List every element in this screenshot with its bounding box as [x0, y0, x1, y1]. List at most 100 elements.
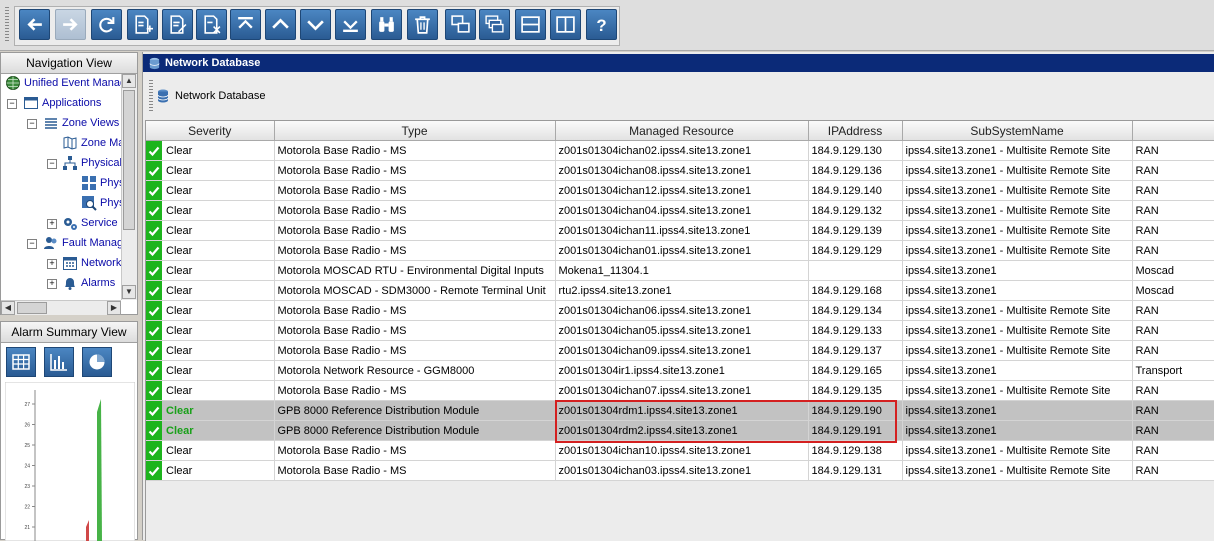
scroll-up-arrow-icon[interactable]: ▲: [122, 74, 136, 88]
tree-expander-icon[interactable]: −: [47, 159, 57, 169]
managed-resource-cell: z001s01304ichan12.ipss4.site13.zone1: [555, 180, 809, 201]
table-row[interactable]: Clear Motorola Base Radio - MS z001s01304i…: [146, 320, 1214, 341]
column-header-severity[interactable]: Severity: [146, 121, 275, 141]
tree-expander-icon[interactable]: −: [7, 99, 17, 109]
scroll-down-arrow-icon[interactable]: ▼: [122, 285, 136, 299]
tree-expander-icon[interactable]: +: [47, 279, 57, 289]
table-row[interactable]: Clear GPB 8000 Reference Distribution Mod…: [146, 400, 1214, 421]
forward-button[interactable]: [55, 9, 86, 40]
column-header-ipaddress[interactable]: IPAddress: [808, 121, 903, 141]
category-cell: Transport: [1132, 360, 1214, 381]
table-row[interactable]: Clear Motorola Base Radio - MS z001s01304i…: [146, 220, 1214, 241]
toolbar: ?: [0, 0, 1214, 51]
subsystem-cell: ipss4.site13.zone1: [902, 280, 1133, 301]
find-button[interactable]: [371, 9, 402, 40]
ipaddress-cell: 184.9.129.138: [808, 440, 903, 461]
ipaddress-cell: 184.9.129.137: [808, 340, 903, 361]
edit-record-button[interactable]: [162, 9, 193, 40]
split-horizontal-button[interactable]: [515, 9, 546, 40]
refresh-button[interactable]: [91, 9, 122, 40]
nav-tree-item[interactable]: Zone Ma: [62, 134, 121, 152]
check-icon: [146, 361, 162, 380]
table-row[interactable]: Clear Motorola Base Radio - MS z001s01304i…: [146, 180, 1214, 201]
severity-cell: Clear: [146, 400, 275, 421]
severity-cell: Clear: [146, 140, 275, 161]
toolbar-grip[interactable]: [5, 7, 9, 43]
check-icon: [146, 241, 162, 260]
trash-button[interactable]: [407, 9, 438, 40]
category-cell: RAN: [1132, 240, 1214, 261]
nav-tree-item[interactable]: Applications: [23, 94, 101, 112]
column-header-managed-resource[interactable]: Managed Resource: [555, 121, 809, 141]
nav-tree-item[interactable]: Zone Views: [43, 114, 119, 132]
severity-cell: Clear: [146, 340, 275, 361]
delete-record-button[interactable]: [196, 9, 227, 40]
move-bottom-button[interactable]: [335, 9, 366, 40]
help-button[interactable]: ?: [586, 9, 617, 40]
table-row[interactable]: Clear Motorola Base Radio - MS z001s01304i…: [146, 200, 1214, 221]
scroll-right-arrow-icon[interactable]: ▶: [107, 301, 121, 315]
column-header-type[interactable]: Type: [274, 121, 556, 141]
bar-chart-view-button[interactable]: [44, 347, 74, 377]
table-row[interactable]: Clear Motorola Network Resource - GGM8000…: [146, 360, 1214, 381]
table-row[interactable]: Clear Motorola Base Radio - MS z001s01304i…: [146, 300, 1214, 321]
subbar-grip[interactable]: [149, 80, 153, 112]
severity-cell: Clear: [146, 240, 275, 261]
tree-expander-icon[interactable]: +: [47, 259, 57, 269]
move-top-button[interactable]: [230, 9, 261, 40]
network-database-title: Network Database: [165, 57, 261, 69]
table-row[interactable]: Clear Motorola Base Radio - MS z001s01304i…: [146, 460, 1214, 481]
move-down-button[interactable]: [300, 9, 331, 40]
table-row[interactable]: Clear Motorola Base Radio - MS z001s01304i…: [146, 240, 1214, 261]
move-up-button[interactable]: [265, 9, 296, 40]
category-cell: RAN: [1132, 140, 1214, 161]
managed-resource-cell: rtu2.ipss4.site13.zone1: [555, 280, 809, 301]
table-header-row: Severity Type Managed Resource IPAddress…: [146, 121, 1214, 141]
nav-tree-item[interactable]: Alarms: [62, 274, 115, 292]
tree-expander-icon[interactable]: −: [27, 239, 37, 249]
ipaddress-cell: 184.9.129.191: [808, 420, 903, 441]
table-row[interactable]: Clear Motorola Base Radio - MS z001s01304i…: [146, 140, 1214, 161]
tile-windows-button[interactable]: [479, 9, 510, 40]
category-cell: RAN: [1132, 300, 1214, 321]
table-row[interactable]: Clear GPB 8000 Reference Distribution Mod…: [146, 420, 1214, 441]
scroll-left-arrow-icon[interactable]: ◀: [1, 301, 15, 315]
nav-tree-item[interactable]: Service: [62, 214, 118, 232]
managed-resource-cell: z001s01304rdm1.ipss4.site13.zone1: [555, 400, 809, 421]
cascade-windows-button[interactable]: [445, 9, 476, 40]
table-row[interactable]: Clear Motorola Base Radio - MS z001s01304i…: [146, 380, 1214, 401]
column-header-category[interactable]: [1132, 121, 1214, 141]
severity-label: Clear: [166, 344, 193, 357]
axis-tick-label: 24: [24, 464, 30, 470]
nav-vertical-scrollbar[interactable]: ▲ ▼: [121, 74, 137, 300]
nav-tree-item[interactable]: Fault Manag: [43, 234, 121, 252]
table-row[interactable]: Clear Motorola Base Radio - MS z001s01304i…: [146, 160, 1214, 181]
new-record-button[interactable]: [127, 9, 158, 40]
alarm-summary-title: Alarm Summary View: [1, 322, 137, 343]
subsystem-cell: ipss4.site13.zone1: [902, 420, 1133, 441]
table-row[interactable]: Clear Motorola MOSCAD - SDM3000 - Remote …: [146, 280, 1214, 301]
table-row[interactable]: Clear Motorola Base Radio - MS z001s01304i…: [146, 440, 1214, 461]
scroll-h-thumb[interactable]: [17, 302, 47, 314]
table-row[interactable]: Clear Motorola MOSCAD RTU - Environmental…: [146, 260, 1214, 281]
nav-horizontal-scrollbar[interactable]: ◀ ▶: [1, 300, 121, 315]
tree-expander-icon[interactable]: −: [27, 119, 37, 129]
back-button[interactable]: [19, 9, 50, 40]
split-vertical-button[interactable]: [550, 9, 581, 40]
pie-chart-view-button[interactable]: [82, 347, 112, 377]
column-header-subsystemname[interactable]: SubSystemName: [902, 121, 1133, 141]
tree-expander-icon[interactable]: +: [47, 219, 57, 229]
alarm-summary-chart: 2726252423222120: [5, 382, 135, 541]
nav-tree-item[interactable]: Physical: [62, 154, 121, 172]
nav-tree-item[interactable]: Phys: [81, 194, 121, 212]
category-cell: RAN: [1132, 320, 1214, 341]
nav-tree-item[interactable]: Unified Event Manag: [5, 74, 121, 92]
table-view-button[interactable]: [6, 347, 36, 377]
table-row[interactable]: Clear Motorola Base Radio - MS z001s01304i…: [146, 340, 1214, 361]
severity-cell: Clear: [146, 420, 275, 441]
nav-tree-item[interactable]: Network: [62, 254, 121, 272]
nav-tree-item[interactable]: Phys: [81, 174, 121, 192]
severity-label: Clear: [166, 404, 194, 417]
scroll-thumb[interactable]: [123, 90, 135, 230]
type-cell: Motorola Base Radio - MS: [274, 160, 556, 181]
